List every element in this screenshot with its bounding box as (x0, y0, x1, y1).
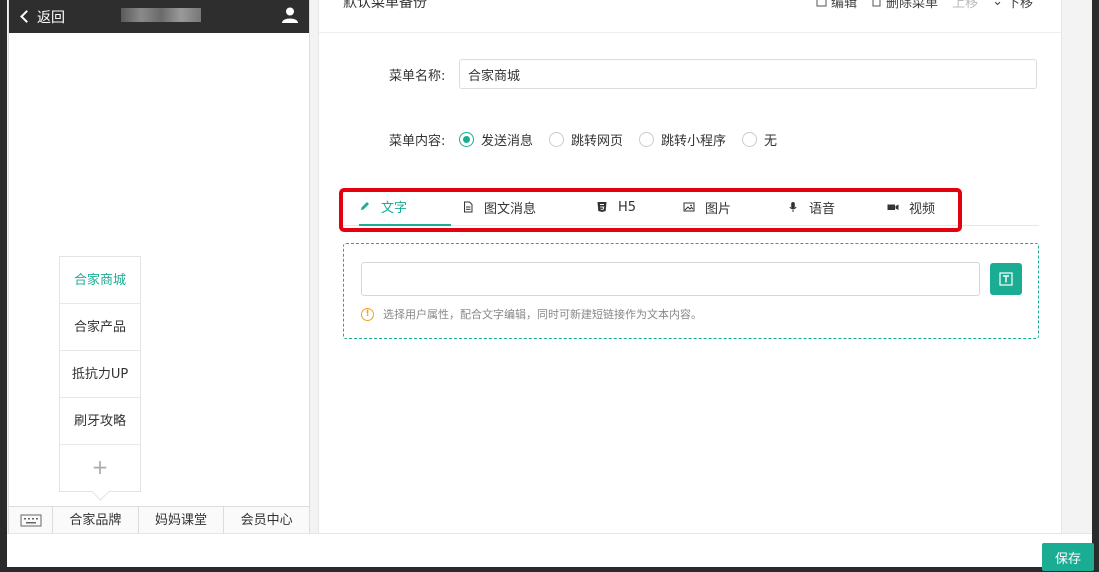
move-down-label: 下移 (1006, 0, 1033, 11)
keyboard-icon[interactable] (9, 507, 53, 533)
message-type-tabs: 文字 图文消息 H5 图片 语音 视频 (343, 188, 1039, 226)
tab-text[interactable]: 文字 (359, 188, 451, 226)
text-format-icon (999, 272, 1013, 286)
hint-text: ! 选择用户属性，配合文字编辑，同时可新建短链接作为文本内容。 (361, 306, 702, 322)
radio-none[interactable]: 无 (742, 130, 777, 149)
tab-label: H5 (618, 199, 637, 215)
radio-dot (549, 132, 565, 147)
phone-bottom-menu: 合家品牌 妈妈课堂 会员中心 (9, 506, 309, 534)
move-up-button[interactable]: 上移 (952, 0, 978, 11)
bottom-menu-item[interactable]: 妈妈课堂 (139, 507, 225, 534)
delete-label: 删除菜单 (886, 0, 939, 11)
user-icon (282, 7, 298, 23)
submenu-list: 合家商城 合家产品 抵抗力UP 刷牙攻略 + (59, 256, 141, 492)
tab-label: 语音 (809, 201, 836, 217)
radio-dot (639, 132, 655, 147)
tab-label: 视频 (909, 201, 936, 217)
tab-label: 图文消息 (484, 201, 537, 217)
tab-label: 图片 (705, 201, 732, 217)
video-icon (887, 204, 899, 210)
radio-label: 发送消息 (481, 134, 534, 149)
edit-icon (816, 0, 827, 7)
tab-video[interactable]: 视频 (887, 188, 935, 226)
blurred-account-name (121, 8, 201, 22)
menu-name-input[interactable] (459, 59, 1037, 89)
menu-name-label: 菜单名称: (389, 68, 446, 84)
tab-rich-media[interactable]: 图文消息 (462, 188, 536, 226)
bottom-menu-item[interactable]: 会员中心 (224, 507, 309, 534)
tab-label: 文字 (381, 200, 408, 216)
chevron-down-icon: ⌄ (992, 0, 1003, 9)
radio-jump-webpage[interactable]: 跳转网页 (549, 130, 623, 149)
submenu-item[interactable]: 抵抗力UP (60, 351, 140, 398)
radio-label: 跳转小程序 (661, 134, 727, 149)
tab-voice[interactable]: 语音 (787, 188, 835, 226)
radio-label: 跳转网页 (571, 134, 624, 149)
move-up-label: 上移 (952, 0, 979, 11)
phone-preview: 返回 合家商城 合家产品 抵抗力UP 刷牙攻略 + 合家品牌 妈妈课堂 会员中心 (8, 0, 310, 534)
menu-content-row: 菜单内容: 发送消息 跳转网页 跳转小程序 无 (389, 130, 777, 149)
save-bar: 保存 (7, 533, 1094, 571)
pencil-icon (361, 202, 369, 210)
phone-header: 返回 (9, 0, 309, 33)
panel-title: 默认菜单备份 (343, 0, 427, 11)
hint-label: 选择用户属性，配合文字编辑，同时可新建短链接作为文本内容。 (383, 308, 702, 321)
user-attribute-button[interactable] (990, 263, 1022, 295)
radio-dot (459, 132, 474, 147)
delete-menu-button[interactable]: 删除菜单 (871, 0, 938, 11)
edit-label: 编辑 (831, 0, 858, 11)
html5-icon (597, 202, 607, 212)
submenu-item[interactable]: 合家产品 (60, 304, 140, 351)
tab-image[interactable]: 图片 (683, 188, 731, 226)
radio-send-message[interactable]: 发送消息 (459, 130, 533, 149)
save-button[interactable]: 保存 (1042, 543, 1094, 571)
chevron-left-icon (20, 10, 33, 23)
back-button[interactable]: 返回 (19, 7, 65, 27)
panel-header: 默认菜单备份 编辑 删除菜单 上移 ⌄ 下移 (319, 0, 1061, 33)
move-down-button[interactable]: ⌄ 下移 (992, 0, 1033, 11)
radio-label: 无 (764, 134, 778, 149)
info-icon: ! (361, 307, 374, 321)
add-submenu-button[interactable]: + (60, 445, 140, 491)
submenu-item[interactable]: 合家商城 (60, 257, 140, 304)
trash-icon (872, 0, 881, 7)
edit-button[interactable]: 编辑 (816, 0, 857, 11)
tab-h5[interactable]: H5 (596, 188, 636, 226)
radio-jump-miniprogram[interactable]: 跳转小程序 (639, 130, 726, 149)
image-icon (683, 202, 695, 212)
bottom-menu-item[interactable]: 合家品牌 (53, 507, 139, 534)
page-scrollbar-track (1076, 0, 1092, 533)
radio-dot (742, 132, 758, 147)
back-label: 返回 (37, 9, 65, 26)
text-content-input[interactable] (361, 262, 980, 296)
document-icon (464, 201, 473, 213)
submenu-item[interactable]: 刷牙攻略 (60, 398, 140, 445)
content-radio-group: 发送消息 跳转网页 跳转小程序 无 (459, 130, 777, 149)
menu-editor-panel: 默认菜单备份 编辑 删除菜单 上移 ⌄ 下移 菜单名称: 菜单内容: (318, 0, 1062, 533)
menu-name-row: 菜单名称: (389, 59, 1037, 89)
text-content-area: ! 选择用户属性，配合文字编辑，同时可新建短链接作为文本内容。 (343, 243, 1039, 339)
menu-content-label: 菜单内容: (389, 134, 446, 149)
panel-actions: 编辑 删除菜单 上移 ⌄ 下移 (816, 0, 1033, 11)
microphone-icon (789, 202, 797, 212)
